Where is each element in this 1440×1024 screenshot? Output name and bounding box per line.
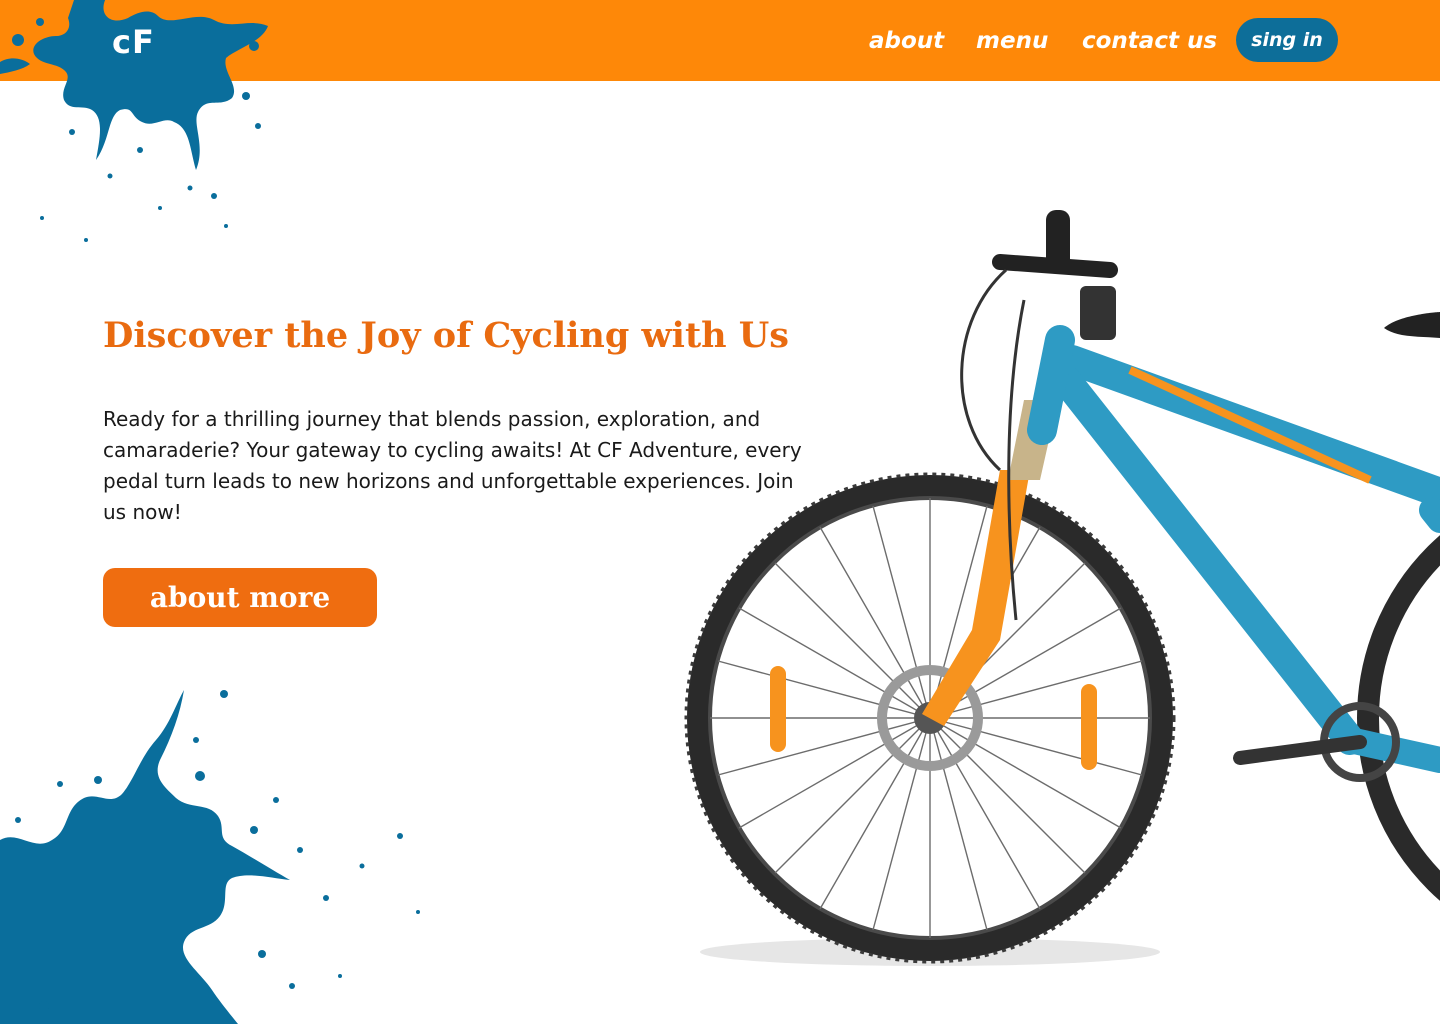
nav-about-link[interactable]: about [869, 24, 944, 58]
nav-menu-link[interactable]: menu [976, 24, 1048, 58]
hero-description: Ready for a thrilling journey that blend… [103, 407, 802, 524]
cf-logo[interactable]: cF [112, 22, 155, 62]
about-more-button[interactable]: about more [103, 568, 377, 627]
nav-contact-link[interactable]: contact us [1082, 24, 1217, 58]
sign-in-button[interactable]: sing in [1236, 18, 1338, 62]
hero-title: Discover the Joy of Cycling with Us [103, 315, 789, 356]
paint-splash-bottom [0, 690, 420, 1024]
